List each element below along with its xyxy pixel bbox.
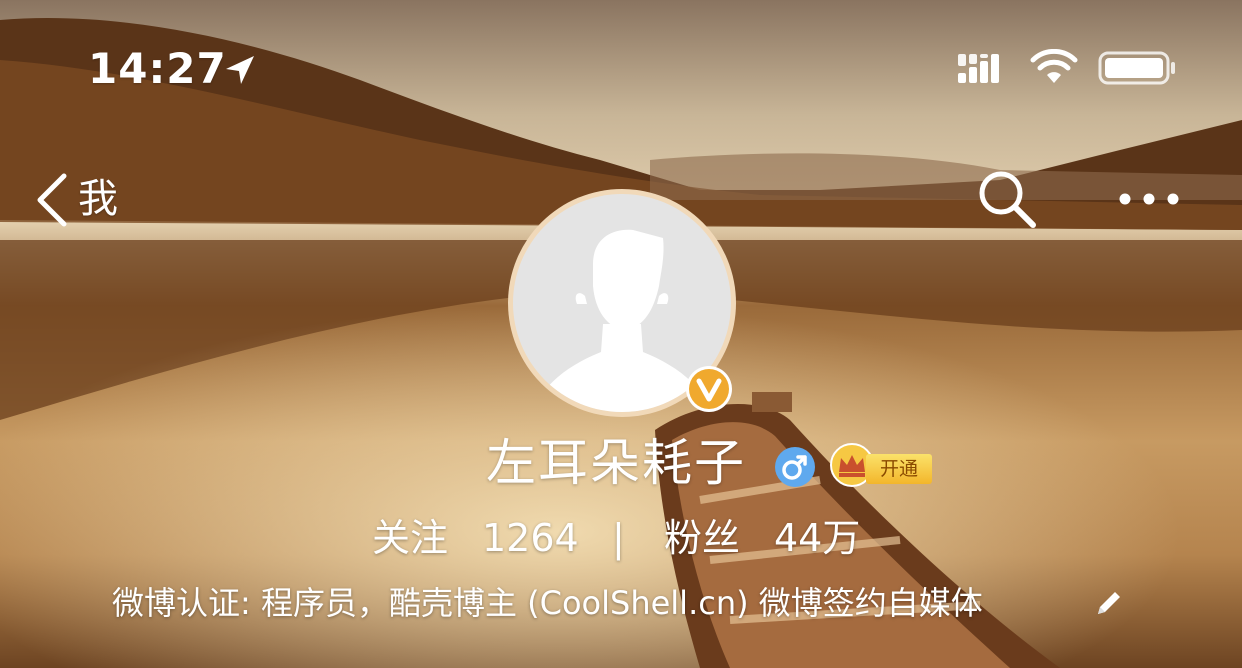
chevron-left-icon [37,173,67,227]
follow-count[interactable]: 1264 [482,514,579,562]
verification-text: 微博认证: 程序员，酷壳博主 (CoolShell.cn) 微博签约自媒体 [112,584,983,622]
back-label: 我 [78,176,118,222]
location-arrow-icon [226,56,254,84]
fans-count[interactable]: 44万 [774,514,860,562]
fans-label[interactable]: 粉丝 [664,514,740,562]
user-name: 左耳朵耗子 [486,434,746,492]
more-icon[interactable] [1112,184,1186,214]
signal-icon [958,54,999,83]
vip-open-button[interactable]: 开通 [866,454,932,484]
status-time: 14:27 [88,44,227,93]
male-icon [775,447,815,487]
pencil-icon[interactable] [1094,588,1124,618]
wifi-icon [1030,49,1078,83]
follow-label[interactable]: 关注 [372,514,448,562]
back-button[interactable]: 我 [34,168,144,230]
verified-v-icon [686,366,732,412]
search-icon[interactable] [976,168,1038,230]
battery-icon [1098,51,1175,85]
stats-divider: | [612,516,625,560]
